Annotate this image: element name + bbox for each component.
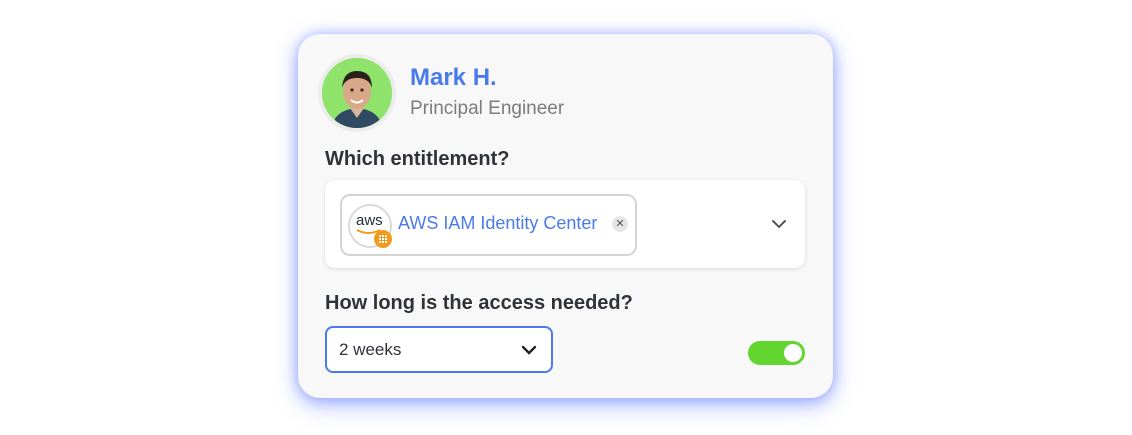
- toggle-switch[interactable]: [748, 341, 805, 365]
- aws-badge-icon: [374, 230, 392, 248]
- avatar-photo: [322, 58, 392, 128]
- chevron-down-icon[interactable]: [771, 216, 787, 234]
- entitlement-chip-label: AWS IAM Identity Center: [398, 213, 598, 233]
- duration-select[interactable]: 2 weeks: [325, 326, 553, 373]
- access-request-card: Mark H. Principal Engineer Which entitle…: [298, 34, 833, 398]
- user-title: Principal Engineer: [410, 98, 565, 119]
- toggle-knob: [784, 344, 802, 362]
- entitlement-chip: aws AWS IAM Identity Center ✕: [340, 194, 637, 256]
- duration-question: How long is the access needed?: [325, 292, 633, 314]
- user-name: Mark H.: [410, 64, 497, 91]
- entitlement-select[interactable]: aws AWS IAM Identity Center ✕: [325, 180, 805, 268]
- chip-remove-icon[interactable]: ✕: [612, 216, 628, 232]
- duration-value: 2 weeks: [339, 340, 402, 359]
- aws-logo-icon: aws: [348, 204, 392, 248]
- person-photo-icon: [322, 58, 392, 128]
- entitlement-question: Which entitlement?: [325, 148, 510, 170]
- avatar: [318, 54, 396, 132]
- chevron-down-icon: [521, 342, 537, 360]
